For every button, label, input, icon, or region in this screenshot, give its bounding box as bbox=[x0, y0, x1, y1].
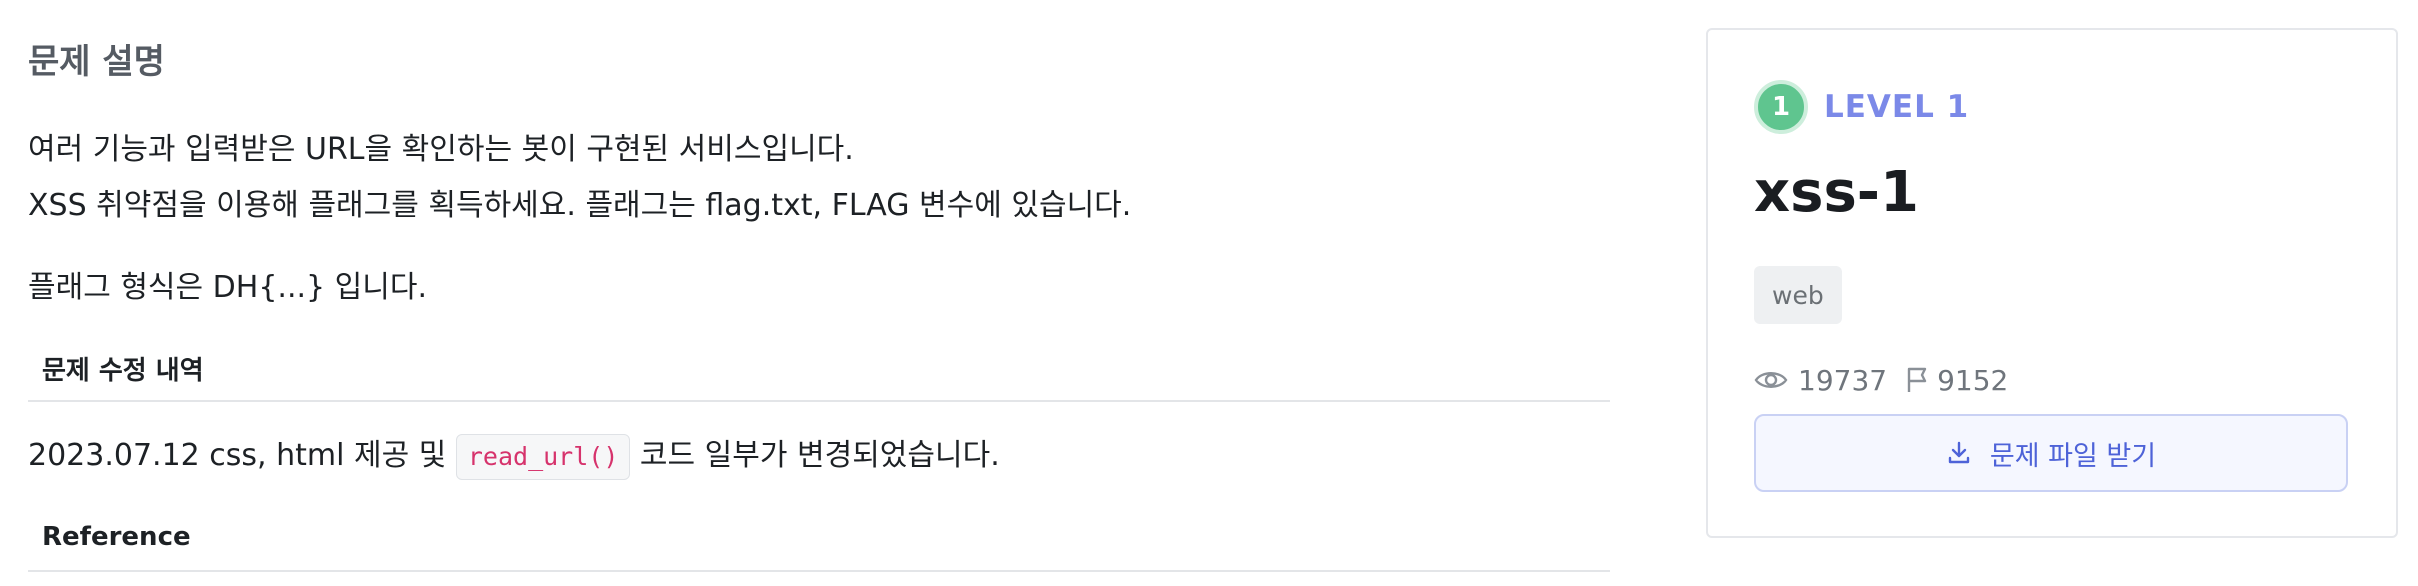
category-tag-label: web bbox=[1772, 280, 1824, 310]
changes-text: 2023.07.12 css, html 제공 및 read_url() 코드 … bbox=[28, 430, 1000, 480]
section-title: 문제 설명 bbox=[28, 42, 165, 82]
flag-format-line: 플래그 형식은 DH{...} 입니다. bbox=[28, 270, 427, 305]
problem-info-card: 1 LEVEL 1 xss-1 web 19737 9152 문제 파일 받기 bbox=[1706, 28, 2398, 538]
inline-code: read_url() bbox=[455, 433, 631, 480]
level-badge: 1 bbox=[1754, 80, 1808, 134]
divider bbox=[28, 570, 1610, 572]
description-line-1: 여러 기능과 입력받은 URL을 확인하는 봇이 구현된 서비스입니다. bbox=[28, 132, 854, 167]
reference-heading: Reference bbox=[42, 522, 191, 552]
eye-icon bbox=[1754, 368, 1788, 392]
category-tag[interactable]: web bbox=[1754, 266, 1842, 324]
level-label: LEVEL 1 bbox=[1824, 89, 1970, 125]
download-file-button[interactable]: 문제 파일 받기 bbox=[1754, 414, 2348, 492]
view-count: 19737 bbox=[1798, 363, 1888, 397]
changes-text-before: 2023.07.12 css, html 제공 및 bbox=[28, 438, 456, 473]
level-row: 1 LEVEL 1 bbox=[1754, 80, 1969, 134]
changes-text-after: 코드 일부가 변경되었습니다. bbox=[630, 438, 1000, 473]
divider bbox=[28, 400, 1610, 402]
download-label: 문제 파일 받기 bbox=[1989, 440, 2157, 472]
stats-row: 19737 9152 bbox=[1754, 360, 2008, 400]
flag-icon bbox=[1905, 366, 1929, 394]
solve-count: 9152 bbox=[1937, 363, 2009, 397]
changes-heading: 문제 수정 내역 bbox=[42, 356, 204, 386]
problem-title: xss-1 bbox=[1754, 160, 1919, 225]
description-line-2: XSS 취약점을 이용해 플래그를 획득하세요. 플래그는 flag.txt, … bbox=[28, 188, 1132, 223]
download-icon bbox=[1946, 440, 1990, 466]
